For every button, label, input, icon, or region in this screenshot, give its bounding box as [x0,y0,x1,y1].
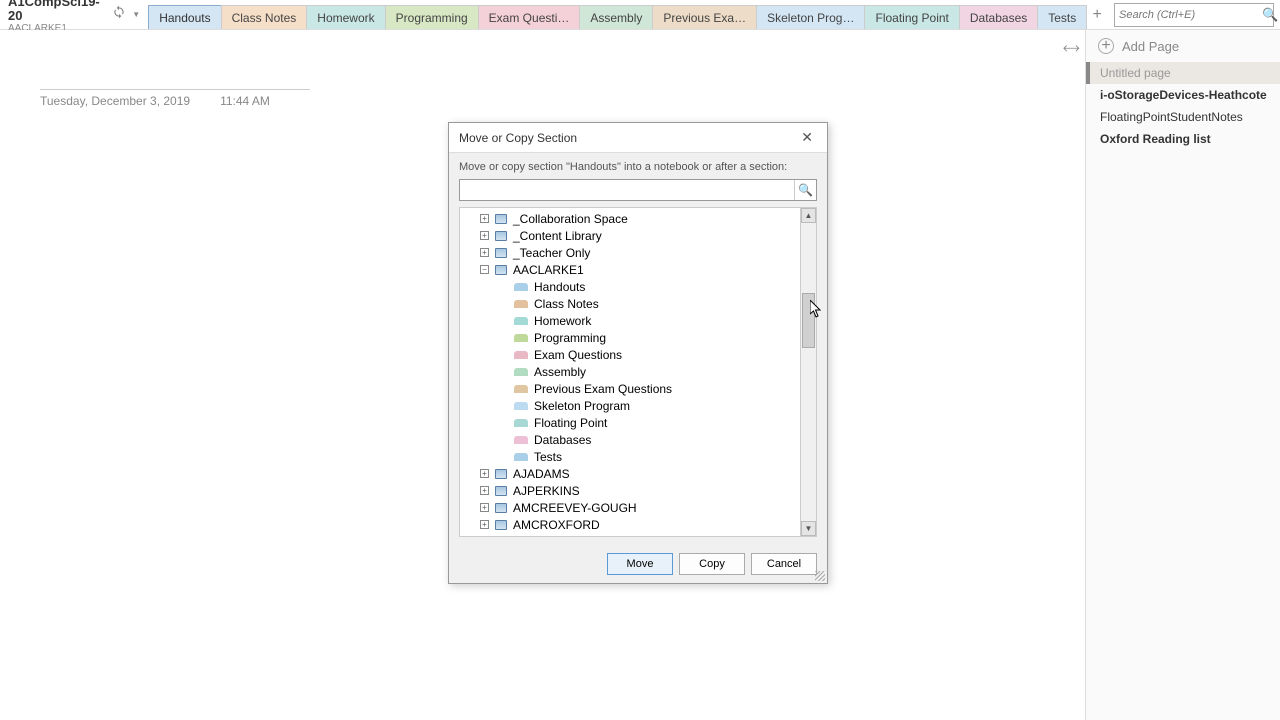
section-icon [514,436,528,444]
section-icon [514,351,528,359]
tree-expander[interactable]: + [480,231,489,240]
dialog-title: Move or Copy Section [459,131,577,145]
cancel-button[interactable]: Cancel [751,553,817,575]
tree-notebook-row[interactable]: +AMCREEVEY-GOUGH [460,499,800,516]
section-icon [514,385,528,393]
tree-section-row[interactable]: Class Notes [460,295,800,312]
tree-notebook-row[interactable]: −AACLARKE1 [460,261,800,278]
section-icon [514,368,528,376]
tree-section-row[interactable]: Skeleton Program [460,397,800,414]
notebook-icon [495,248,507,258]
tree-notebook-row[interactable]: +_Content Library [460,227,800,244]
tree-expander[interactable]: + [480,214,489,223]
tree-expander[interactable]: − [480,265,489,274]
notebook-icon [495,503,507,513]
scroll-track[interactable] [801,223,816,521]
tree-expander[interactable]: + [480,503,489,512]
tree-notebook-row[interactable]: +AJPERKINS [460,482,800,499]
move-copy-dialog: Move or Copy Section ✕ Move or copy sect… [448,122,828,584]
tree-expander[interactable]: + [480,520,489,529]
move-button[interactable]: Move [607,553,673,575]
section-icon [514,300,528,308]
dialog-search-input[interactable] [460,180,794,200]
scroll-down-button[interactable]: ▼ [801,521,816,536]
section-icon [514,419,528,427]
tree-section-row[interactable]: Floating Point [460,414,800,431]
notebook-icon [495,520,507,530]
tree-expander[interactable]: + [480,248,489,257]
section-icon [514,453,528,461]
notebook-icon [495,486,507,496]
resize-grip[interactable] [815,571,825,581]
tree-section-row[interactable]: Previous Exam Questions [460,380,800,397]
copy-button[interactable]: Copy [679,553,745,575]
scrollbar: ▲ ▼ [800,208,816,536]
notebook-icon [495,265,507,275]
notebook-tree: +_Collaboration Space+_Content Library+_… [460,208,800,536]
tree-section-row[interactable]: Assembly [460,363,800,380]
dialog-instruction: Move or copy section "Handouts" into a n… [459,161,817,173]
dialog-search-box[interactable]: 🔍 [459,179,817,201]
tree-expander[interactable]: + [480,469,489,478]
notebook-icon [495,231,507,241]
section-icon [514,317,528,325]
search-icon[interactable]: 🔍 [794,180,816,200]
tree-notebook-row[interactable]: +AMCROXFORD [460,516,800,533]
tree-expander[interactable]: + [480,486,489,495]
tree-section-row[interactable]: Tests [460,448,800,465]
tree-section-row[interactable]: Homework [460,312,800,329]
tree-section-row[interactable]: Databases [460,431,800,448]
close-icon[interactable]: ✕ [797,129,817,146]
section-icon [514,283,528,291]
section-icon [514,402,528,410]
tree-notebook-row[interactable]: +_Teacher Only [460,244,800,261]
tree-section-row[interactable]: Exam Questions [460,346,800,363]
tree-notebook-row[interactable]: +ANAASSAN [460,533,800,536]
section-icon [514,334,528,342]
notebook-icon [495,214,507,224]
scroll-up-button[interactable]: ▲ [801,208,816,223]
tree-notebook-row[interactable]: +AJADAMS [460,465,800,482]
notebook-icon [495,469,507,479]
tree-section-row[interactable]: Handouts [460,278,800,295]
scroll-thumb[interactable] [802,293,815,348]
tree-section-row[interactable]: Programming [460,329,800,346]
tree-notebook-row[interactable]: +_Collaboration Space [460,210,800,227]
